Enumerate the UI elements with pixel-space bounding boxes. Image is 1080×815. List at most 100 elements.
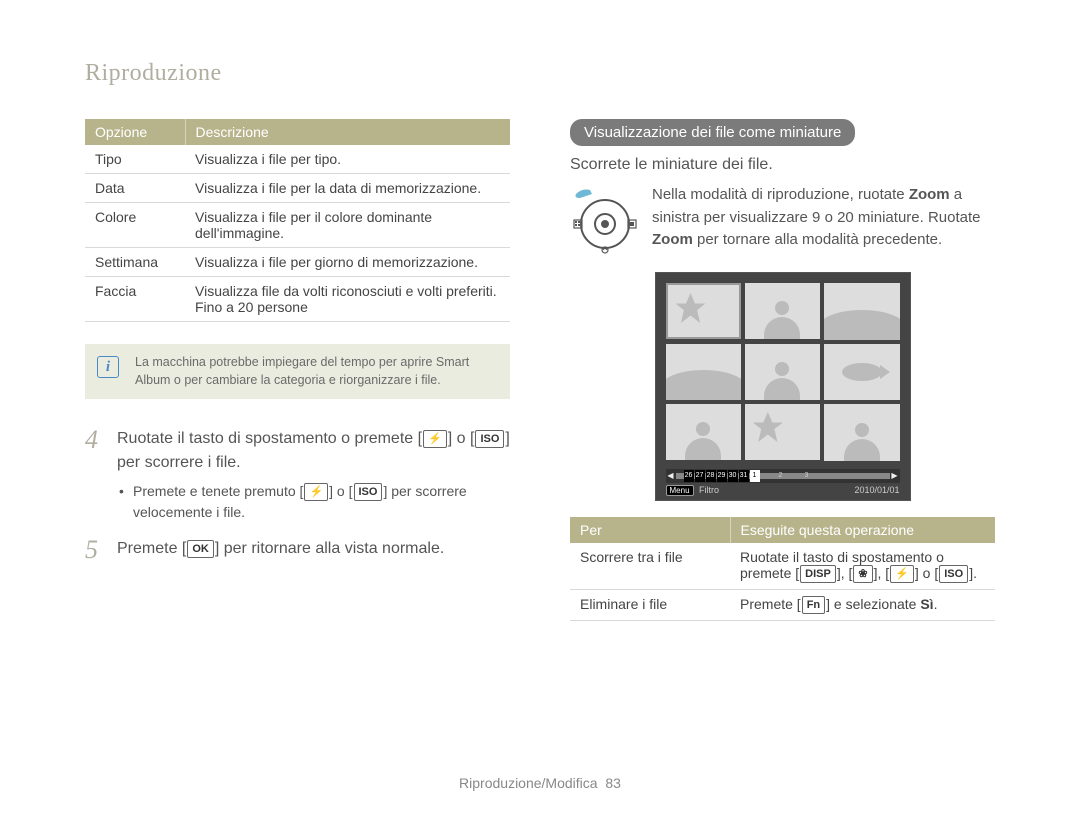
desc-colore: Visualizza i file per il colore dominant… <box>185 203 510 248</box>
fn-key-icon: Fn <box>802 596 825 614</box>
zoom-p1: Nella modalità di riproduzione, ruotate <box>652 186 909 203</box>
page-footer: Riproduzione/Modifica 83 <box>0 775 1080 791</box>
options-head-descrizione: Descrizione <box>185 119 510 145</box>
timeline-bar: ◀ ▶ 26 27 28 29 30 31 1 2 3 <box>666 469 900 483</box>
note-box: i La macchina potrebbe impiegare del tem… <box>85 344 510 399</box>
thumbnail <box>824 283 899 340</box>
flash-key-icon: ⚡ <box>304 483 328 501</box>
zoom-p3: per tornare alla modalità precedente. <box>693 231 942 248</box>
step-5: 5 Premete [OK] per ritornare alla vista … <box>85 537 510 563</box>
r2-pre: Premete [ <box>740 596 801 612</box>
table-row: Faccia Visualizza file da volti riconosc… <box>85 277 510 322</box>
opt-faccia: Faccia <box>85 277 185 322</box>
thumbnails-intro: Scorrete le miniature dei file. <box>570 156 995 174</box>
table-row: Eliminare i file Premete [Fn] e selezion… <box>570 589 995 620</box>
timeline-tick: 3 <box>802 470 812 482</box>
zoom-b2: Zoom <box>652 231 693 248</box>
r1-mid3: ] o [ <box>915 565 938 581</box>
desc-data: Visualizza i file per la data di memoriz… <box>185 174 510 203</box>
desc-faccia: Visualizza file da volti riconosciuti e … <box>185 277 510 322</box>
r2-si: Sì <box>920 596 933 612</box>
opt-settimana: Settimana <box>85 248 185 277</box>
actions-head-per: Per <box>570 517 730 543</box>
thumbnail <box>666 283 741 339</box>
zoom-b1: Zoom <box>909 186 950 203</box>
table-row: Colore Visualizza i file per il colore d… <box>85 203 510 248</box>
step4-sub: Premete e tenete premuto [⚡] o [ISO] per… <box>117 481 510 523</box>
timeline-tick: 30 <box>728 470 738 482</box>
timeline-tick: 26 <box>684 470 694 482</box>
opt-tipo: Tipo <box>85 145 185 174</box>
timeline-right-arrow-icon: ▶ <box>890 471 900 480</box>
actions-table: Per Eseguite questa operazione Scorrere … <box>570 517 995 622</box>
step5-text-post: ] per ritornare alla vista normale. <box>215 540 444 557</box>
action-per-delete: Eliminare i file <box>570 589 730 620</box>
step-4: 4 Ruotate il tasto di spostamento o prem… <box>85 427 510 523</box>
r2-mid: ] e selezionate <box>826 596 920 612</box>
thumbnail <box>666 404 741 460</box>
zoom-dial-icon <box>570 184 640 258</box>
step-body: Ruotate il tasto di spostamento o premet… <box>117 427 510 523</box>
ok-key-icon: OK <box>187 540 214 558</box>
iso-key-icon: ISO <box>475 430 504 448</box>
timeline-tick: 29 <box>717 470 727 482</box>
timeline-tick: 2 <box>761 470 801 482</box>
action-do-scroll: Ruotate il tasto di spostamento o premet… <box>730 543 995 590</box>
step4-sub-pre: Premete e tenete premuto [ <box>133 483 303 499</box>
timeline-left-arrow-icon: ◀ <box>666 471 676 480</box>
thumbnail <box>745 404 820 460</box>
thumbnails-heading-pill: Visualizzazione dei file come miniature <box>570 119 855 146</box>
step4-text-pre: Ruotate il tasto di spostamento o premet… <box>117 430 422 447</box>
table-row: Scorrere tra i file Ruotate il tasto di … <box>570 543 995 590</box>
options-table: Opzione Descrizione Tipo Visualizza i fi… <box>85 119 510 322</box>
macro-key-icon: ❀ <box>853 565 872 583</box>
r1-mid2: ], [ <box>874 565 890 581</box>
table-row: Settimana Visualizza i file per giorno d… <box>85 248 510 277</box>
left-column: Opzione Descrizione Tipo Visualizza i fi… <box>85 119 510 621</box>
iso-key-icon: ISO <box>939 565 968 583</box>
opt-data: Data <box>85 174 185 203</box>
menu-button-icon: Menu <box>666 485 694 496</box>
timeline-tick: 28 <box>706 470 716 482</box>
desc-settimana: Visualizza i file per giorno di memorizz… <box>185 248 510 277</box>
step-number: 4 <box>85 427 107 523</box>
flash-key-icon: ⚡ <box>423 430 447 448</box>
thumbnail-grid <box>666 283 900 461</box>
steps-list: 4 Ruotate il tasto di spostamento o prem… <box>85 427 510 563</box>
actions-head-do: Eseguite questa operazione <box>730 517 995 543</box>
iso-key-icon: ISO <box>354 483 383 501</box>
action-do-delete: Premete [Fn] e selezionate Sì. <box>730 589 995 620</box>
timeline-tick: 27 <box>695 470 705 482</box>
step5-text-pre: Premete [ <box>117 540 186 557</box>
r1-post: ]. <box>969 565 977 581</box>
timeline-tick: 31 <box>739 470 749 482</box>
right-column: Visualizzazione dei file come miniature … <box>570 119 995 621</box>
table-row: Tipo Visualizza i file per tipo. <box>85 145 510 174</box>
footer-page-number: 83 <box>605 775 621 791</box>
step4-sub-mid: ] o [ <box>329 483 352 499</box>
step4-text-mid: ] o [ <box>448 430 475 447</box>
table-row: Data Visualizza i file per la data di me… <box>85 174 510 203</box>
timeline-tick-active: 1 <box>750 470 760 482</box>
r2-post: . <box>934 596 938 612</box>
screen-date: 2010/01/01 <box>854 485 899 495</box>
disp-key-icon: DISP <box>800 565 836 583</box>
step-body: Premete [OK] per ritornare alla vista no… <box>117 537 444 563</box>
screen-footer: Menu Filtro 2010/01/01 <box>666 483 900 500</box>
two-column-layout: Opzione Descrizione Tipo Visualizza i fi… <box>85 119 995 621</box>
timeline-ticks: 26 27 28 29 30 31 1 2 3 <box>684 470 812 482</box>
note-text: La macchina potrebbe impiegare del tempo… <box>135 355 469 387</box>
flash-key-icon: ⚡ <box>890 565 914 583</box>
filter-label: Filtro <box>699 485 719 495</box>
thumbnail <box>824 344 899 401</box>
r1-mid1: ], [ <box>837 565 853 581</box>
options-head-opzione: Opzione <box>85 119 185 145</box>
zoom-row: Nella modalità di riproduzione, ruotate … <box>570 184 995 258</box>
thumbnail <box>745 344 820 400</box>
opt-colore: Colore <box>85 203 185 248</box>
step-number: 5 <box>85 537 107 563</box>
section-title: Riproduzione <box>85 60 995 87</box>
note-icon: i <box>97 356 119 378</box>
desc-tipo: Visualizza i file per tipo. <box>185 145 510 174</box>
action-per-scroll: Scorrere tra i file <box>570 543 730 590</box>
